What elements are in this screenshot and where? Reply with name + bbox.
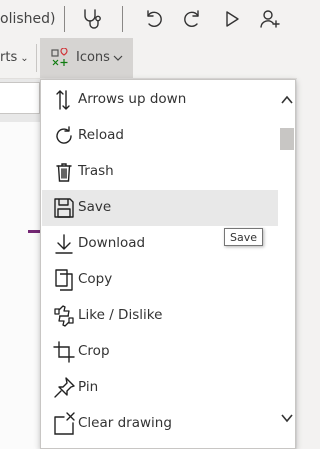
top-toolbar: olished) (0, 0, 297, 39)
menu-item-pin[interactable]: Pin (42, 370, 278, 406)
menu-item-label: Arrows up down (78, 91, 187, 107)
publish-status-text: olished) (0, 11, 56, 27)
menu-item-label: Download (78, 235, 146, 251)
canvas-screen (0, 122, 40, 449)
redo-icon[interactable] (180, 7, 204, 31)
reload-icon (52, 124, 76, 148)
parts-label: rts (0, 50, 18, 65)
trash-icon (52, 160, 76, 184)
add-user-icon[interactable] (258, 7, 282, 31)
chevron-down-icon (113, 55, 123, 61)
menu-item-label: Trash (78, 163, 114, 179)
menu-item-arrows-up-down[interactable]: Arrows up down (42, 82, 278, 118)
menu-item-label: Reload (78, 127, 124, 143)
chevron-down-icon: ⌄ (20, 53, 29, 64)
save-icon (52, 196, 76, 220)
menu-item-copy[interactable]: Copy (42, 262, 278, 298)
stethoscope-icon[interactable] (80, 7, 104, 31)
copy-icon (52, 268, 76, 292)
download-icon (52, 232, 76, 256)
icons-dropdown-menu: Arrows up down Reload Trash Save Downloa… (40, 79, 296, 449)
play-icon[interactable] (220, 7, 244, 31)
menu-item-trash[interactable]: Trash (42, 154, 278, 190)
clear-drawing-icon (52, 412, 76, 436)
menu-item-crop[interactable]: Crop (42, 334, 278, 370)
menu-item-clear-drawing[interactable]: Clear drawing (42, 406, 278, 442)
menu-item-label: Save (78, 199, 112, 215)
scroll-up-icon[interactable] (279, 91, 295, 109)
toolbar-divider (122, 6, 123, 32)
icons-button-label: Icons (76, 50, 110, 65)
undo-icon[interactable] (142, 7, 166, 31)
like-dislike-icon (52, 304, 76, 328)
canvas-edge (296, 79, 297, 449)
crop-icon (52, 340, 76, 364)
menu-item-label: Like / Dislike (78, 307, 163, 323)
menu-item-reload[interactable]: Reload (42, 118, 278, 154)
menu-item-label: Clear drawing (78, 415, 172, 431)
pin-icon (52, 376, 76, 400)
parts-dropdown[interactable]: rts ⌄ (0, 50, 29, 65)
toolbar-divider (64, 6, 65, 32)
menu-item-label: Copy (78, 271, 113, 287)
ribbon-divider (36, 44, 37, 72)
icons-dropdown-button[interactable]: Icons (40, 38, 133, 78)
menu-item-label: Pin (78, 379, 99, 395)
canvas-control[interactable] (0, 82, 40, 114)
scrollbar-thumb[interactable] (280, 128, 294, 150)
menu-item-label: Crop (78, 343, 110, 359)
menu-item-like-dislike[interactable]: Like / Dislike (42, 298, 278, 334)
canvas-accent-line (28, 230, 40, 233)
icons-gallery-icon (51, 48, 68, 66)
scroll-down-icon[interactable] (279, 409, 295, 427)
menu-item-save[interactable]: Save (42, 190, 278, 226)
arrows-up-down-icon (52, 88, 76, 112)
save-tooltip: Save (224, 228, 264, 246)
